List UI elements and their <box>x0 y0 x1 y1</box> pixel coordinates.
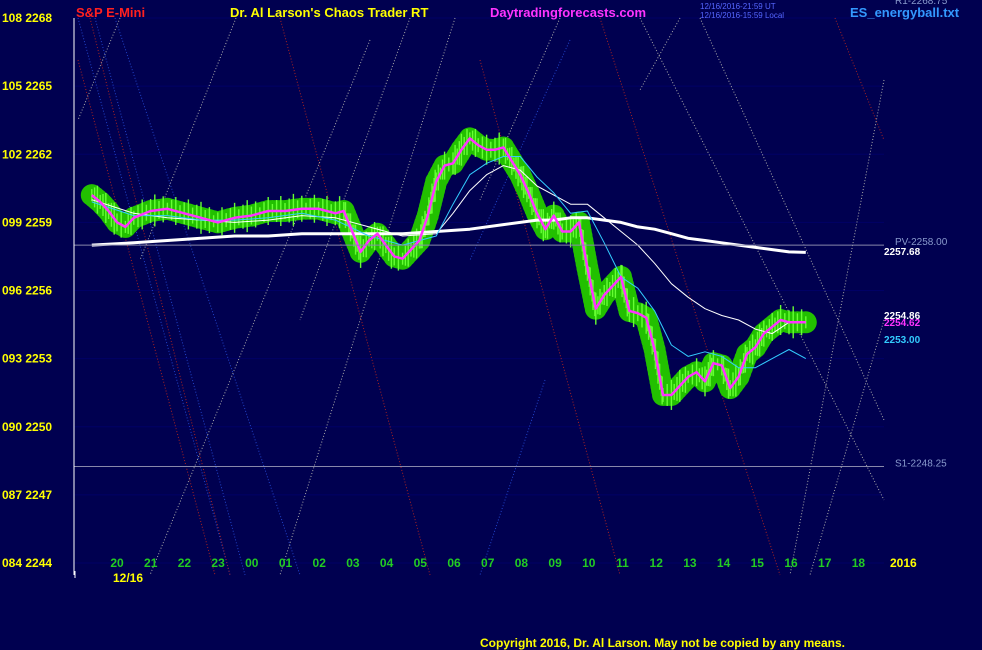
y-tick-label: 090 2250 <box>2 420 52 434</box>
x-tick-label: 11 <box>616 556 629 570</box>
x-tick-label: 02 <box>313 556 327 570</box>
y-tick-label: 105 2265 <box>2 79 52 93</box>
y-tick-label: 093 2253 <box>2 352 52 366</box>
x-tick-label: 14 <box>717 556 731 570</box>
program-title: Dr. Al Larson's Chaos Trader RT <box>230 5 428 20</box>
x-tick-label: 15 <box>751 556 765 570</box>
right-value-label: 2254.62 <box>884 318 921 329</box>
instrument-title: S&P E-Mini <box>76 5 145 20</box>
x-tick-label: 23 <box>211 556 225 570</box>
datafile-label: ES_energyball.txt <box>850 5 960 20</box>
y-tick-label: 108 2268 <box>2 11 52 25</box>
right-value-label: 2253.00 <box>884 335 921 346</box>
year-label: 2016 <box>890 556 917 570</box>
x-tick-label: 16 <box>784 556 798 570</box>
x-tick-label: 18 <box>852 556 866 570</box>
x-tick-label: 00 <box>245 556 259 570</box>
x-tick-label: 21 <box>144 556 158 570</box>
x-tick-label: 22 <box>178 556 192 570</box>
x-tick-label: 17 <box>818 556 832 570</box>
copyright-notice: Copyright 2016, Dr. Al Larson. May not b… <box>480 636 845 650</box>
x-tick-label: 08 <box>515 556 529 570</box>
x-tick-label: 12 <box>650 556 664 570</box>
website-label: Daytradingforecasts.com <box>490 5 646 20</box>
x-tick-label: 13 <box>683 556 697 570</box>
x-tick-label: 04 <box>380 556 394 570</box>
right-value-label: 2257.68 <box>884 247 921 258</box>
x-tick-label: 03 <box>346 556 360 570</box>
y-tick-label: 102 2262 <box>2 147 52 161</box>
y-tick-label: 084 2244 <box>2 556 52 570</box>
date-label: 12/16 <box>113 571 143 585</box>
y-tick-label: 087 2247 <box>2 488 52 502</box>
x-tick-label: 20 <box>110 556 124 570</box>
y-tick-label: 099 2259 <box>2 215 52 229</box>
x-tick-label: 05 <box>414 556 428 570</box>
timestamp-utc: 12/16/2016-21:59 UT <box>700 2 776 11</box>
timestamp-local: 12/16/2016-15:59 Local <box>700 11 784 20</box>
x-tick-label: 10 <box>582 556 596 570</box>
x-tick-label: 07 <box>481 556 495 570</box>
x-tick-label: 01 <box>279 556 293 570</box>
chart-background <box>0 0 982 650</box>
x-tick-label: 09 <box>548 556 562 570</box>
y-tick-label: 096 2256 <box>2 284 52 298</box>
level-label: S1-2248.25 <box>895 458 947 469</box>
x-tick-label: 06 <box>447 556 461 570</box>
price-chart: PV-2258.00S1-2248.25R1-2268.752257.68225… <box>0 0 982 650</box>
